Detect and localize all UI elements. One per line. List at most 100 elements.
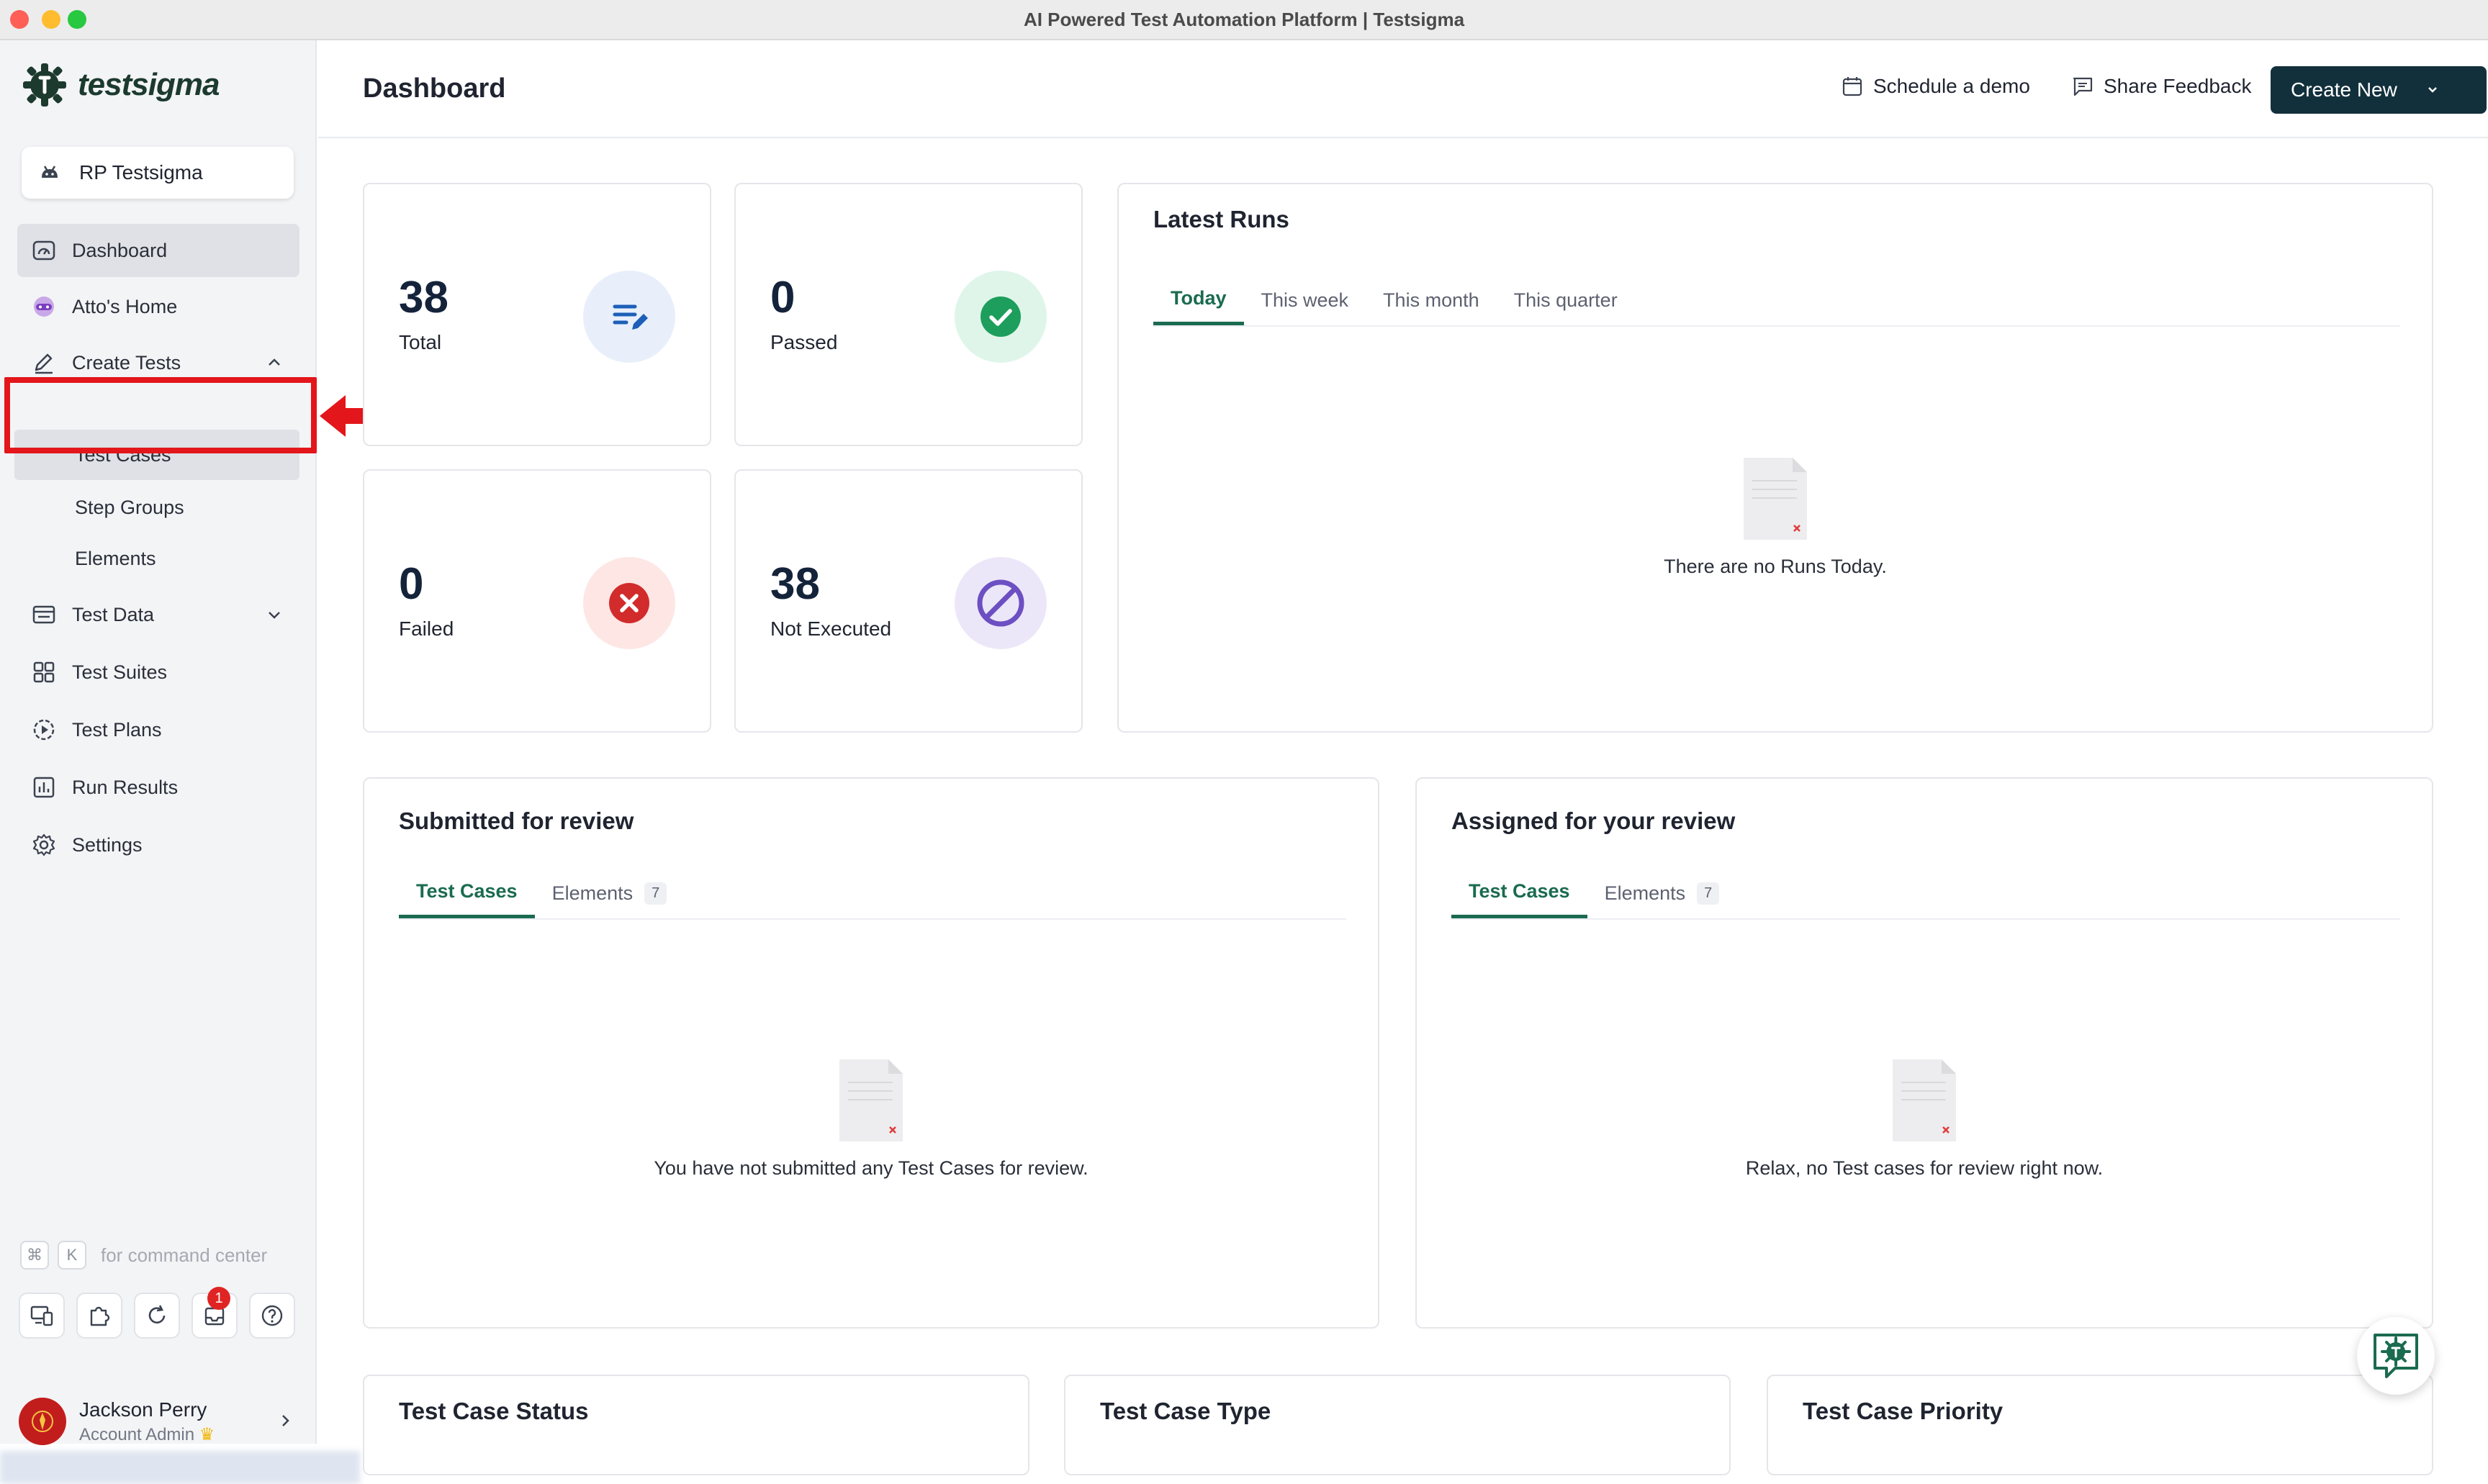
empty-state-text: There are no Runs Today. <box>1664 556 1887 577</box>
stat-value: 0 <box>770 273 795 322</box>
empty-document-icon <box>1744 458 1807 540</box>
sidebar-item-elements[interactable]: Elements <box>14 533 299 584</box>
puzzle-icon <box>90 1306 110 1326</box>
empty-document-icon <box>1893 1059 1956 1141</box>
sidebar-item-label: Dashboard <box>72 239 168 261</box>
chevron-up-icon <box>269 358 280 366</box>
stat-label: Passed <box>770 331 838 353</box>
submitted-review-title: Submitted for review <box>399 807 634 834</box>
tab-today[interactable]: Today <box>1153 275 1244 325</box>
empty-document-icon <box>839 1059 903 1141</box>
user-role: Account Admin ♛ <box>79 1424 215 1445</box>
test-case-status-card: Test Case Status <box>363 1375 1029 1475</box>
assistant-chat-button[interactable] <box>2357 1317 2435 1395</box>
latest-runs-tabs: Today This week This month This quarter <box>1153 275 2400 327</box>
card-title: Test Case Priority <box>1803 1398 2004 1424</box>
chevron-down-icon <box>2428 87 2437 93</box>
schedule-demo-label: Schedule a demo <box>1873 75 2030 97</box>
sidebar-item-step-groups[interactable]: Step Groups <box>14 482 299 533</box>
tab-this-quarter[interactable]: This quarter <box>1497 275 1635 325</box>
gear-icon <box>32 833 55 856</box>
command-center-hint[interactable]: ⌘ K for command center <box>20 1241 267 1270</box>
submitted-review-card: Submitted for review Test Cases Elements… <box>363 777 1379 1329</box>
stat-value: 0 <box>399 559 424 609</box>
sidebar-item-label: Settings <box>72 833 143 856</box>
tab-elements[interactable]: Elements 7 <box>535 868 685 918</box>
sidebar-item-dashboard[interactable]: Dashboard <box>17 224 299 277</box>
user-role-label: Account Admin <box>79 1424 195 1444</box>
blurred-status-bar <box>0 1451 360 1484</box>
refresh-icon <box>148 1305 166 1324</box>
addons-button[interactable] <box>76 1293 122 1339</box>
stat-card-total[interactable]: 38 Total <box>363 183 711 446</box>
stat-card-not-executed[interactable]: 38 Not Executed <box>734 469 1083 733</box>
tab-test-cases[interactable]: Test Cases <box>1451 868 1587 918</box>
card-title: Test Case Status <box>399 1398 589 1424</box>
sidebar-item-label: Elements <box>75 547 156 569</box>
bar-chart-icon <box>33 777 55 798</box>
latest-runs-card: Latest Runs Today This week This month T… <box>1117 183 2433 733</box>
sidebar-item-label: Test Cases <box>75 443 171 466</box>
tab-this-month[interactable]: This month <box>1366 275 1497 325</box>
avatar <box>19 1398 66 1445</box>
sidebar: testsigma RP Testsigma Dashboard Atto's … <box>0 40 360 1484</box>
command-hint-text: for command center <box>101 1244 268 1266</box>
sidebar-toolbar: 1 <box>19 1287 295 1339</box>
x-circle-icon <box>583 557 675 649</box>
chevron-right-icon <box>282 1415 289 1426</box>
schedule-demo-button[interactable]: Schedule a demo <box>1842 75 2030 98</box>
help-button[interactable] <box>249 1293 295 1339</box>
create-new-button[interactable]: Create New <box>2271 66 2487 114</box>
feedback-icon <box>2073 77 2093 96</box>
pencil-icon <box>35 353 53 374</box>
sidebar-item-test-cases[interactable]: Test Cases <box>14 430 299 480</box>
latest-runs-empty-state: There are no Runs Today. <box>1119 456 2432 578</box>
sidebar-item-test-suites[interactable]: Test Suites <box>17 646 299 699</box>
sidebar-item-label: Test Data <box>72 603 155 625</box>
sidebar-item-attos-home[interactable]: Atto's Home <box>17 280 299 333</box>
sidebar-item-run-results[interactable]: Run Results <box>17 761 299 814</box>
grid-icon <box>33 661 55 683</box>
test-case-type-card: Test Case Type <box>1064 1375 1731 1475</box>
test-case-priority-card: Test Case Priority <box>1767 1375 2433 1475</box>
sync-button[interactable] <box>134 1293 180 1339</box>
ban-icon <box>955 557 1047 649</box>
user-profile[interactable]: Jackson Perry Account Admin ♛ <box>19 1396 299 1447</box>
stat-card-passed[interactable]: 0 Passed <box>734 183 1083 446</box>
create-new-label: Create New <box>2291 78 2397 101</box>
tab-this-week[interactable]: This week <box>1244 275 1366 325</box>
empty-state-text: You have not submitted any Test Cases fo… <box>654 1157 1088 1179</box>
title-bar: AI Powered Test Automation Platform | Te… <box>0 0 2488 40</box>
stat-card-failed[interactable]: 0 Failed <box>363 469 711 733</box>
sidebar-item-label: Atto's Home <box>72 295 178 317</box>
sidebar-item-test-plans[interactable]: Test Plans <box>17 703 299 756</box>
tab-elements[interactable]: Elements 7 <box>1587 868 1737 918</box>
avatar-emblem-icon <box>32 1411 53 1432</box>
dashboard-icon <box>32 240 55 261</box>
brand-name: testsigma <box>78 67 220 102</box>
user-name: Jackson Perry <box>79 1398 207 1421</box>
devices-button[interactable] <box>19 1293 65 1339</box>
testsigma-logo-icon <box>23 63 66 107</box>
sidebar-item-label: Test Plans <box>72 718 162 741</box>
share-feedback-button[interactable]: Share Feedback <box>2072 75 2251 98</box>
app-window: AI Powered Test Automation Platform | Te… <box>0 0 2488 1484</box>
share-feedback-label: Share Feedback <box>2104 75 2252 97</box>
test-data-icon <box>32 605 55 624</box>
help-icon <box>261 1305 283 1326</box>
notifications-button[interactable]: 1 <box>191 1287 238 1339</box>
elements-count-badge: 7 <box>1697 882 1720 905</box>
card-title: Test Case Type <box>1100 1398 1271 1424</box>
page-title: Dashboard <box>363 73 506 104</box>
sidebar-item-create-tests[interactable]: Create Tests <box>17 336 299 389</box>
workspace-name: RP Testsigma <box>79 161 203 184</box>
elements-count-badge: 7 <box>644 882 667 905</box>
play-circle-icon <box>33 719 55 741</box>
tab-test-cases[interactable]: Test Cases <box>399 868 535 918</box>
sidebar-item-settings[interactable]: Settings <box>17 818 299 872</box>
brand-logo[interactable]: testsigma <box>22 62 220 108</box>
chevron-down-icon <box>269 612 280 619</box>
empty-state-text: Relax, no Test cases for review right no… <box>1745 1157 2104 1179</box>
sidebar-item-test-data[interactable]: Test Data <box>17 588 299 641</box>
workspace-selector[interactable]: RP Testsigma <box>22 147 294 199</box>
